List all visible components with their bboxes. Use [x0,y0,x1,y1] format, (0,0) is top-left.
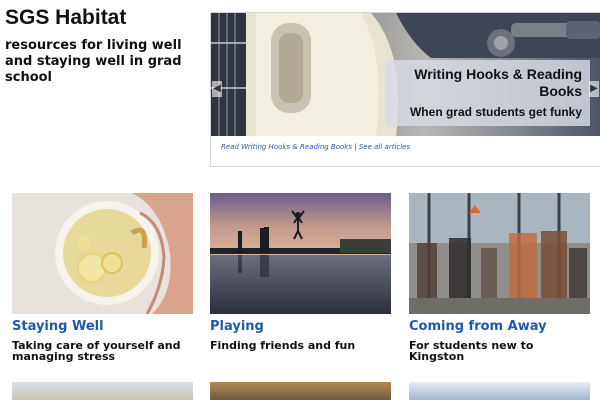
carousel-links: Read Writing Hooks & Reading Books | See… [221,143,410,151]
card-image-airport[interactable] [409,193,590,314]
card-image-partial[interactable] [12,382,193,400]
site-title[interactable]: SGS Habitat [5,6,126,30]
card-description: Taking care of yourself and managing str… [12,339,181,363]
card-description: For students new to Kingston [409,339,534,363]
card-image-partial[interactable] [409,382,590,400]
card-title[interactable]: Playing [210,319,391,334]
carousel-caption-title[interactable]: Writing Hooks & Reading Books [392,66,582,100]
card-title[interactable]: Staying Well [12,319,193,334]
card-description: Finding friends and fun [210,339,356,352]
tea-cup-image [12,193,193,314]
see-all-articles-link[interactable]: See all articles [359,143,410,151]
airport-image [409,193,590,314]
chevron-left-icon[interactable]: ◀ [212,81,222,97]
card-playing: Playing Finding friends and fun [210,193,391,351]
pier-sunset-image [210,193,391,314]
read-article-link[interactable]: Read Writing Hooks & Reading Books [221,143,352,151]
link-separator: | [354,143,357,151]
card-image-pier[interactable] [210,193,391,314]
card-title[interactable]: Coming from Away [409,319,590,334]
card-image-partial[interactable] [210,382,391,400]
carousel-image-guitar[interactable]: Writing Hooks & Reading Books When grad … [211,13,600,136]
featured-carousel: Writing Hooks & Reading Books When grad … [210,12,600,167]
carousel-caption-subtitle: When grad students get funky [409,105,582,119]
carousel-caption-panel: Writing Hooks & Reading Books When grad … [386,60,590,126]
card-coming-from-away: Coming from Away For students new to Kin… [409,193,590,362]
chevron-right-icon[interactable]: ▶ [589,81,599,97]
card-staying-well: Staying Well Taking care of yourself and… [12,193,193,362]
site-tagline: resources for living well and staying we… [5,38,182,85]
card-image-tea[interactable] [12,193,193,314]
